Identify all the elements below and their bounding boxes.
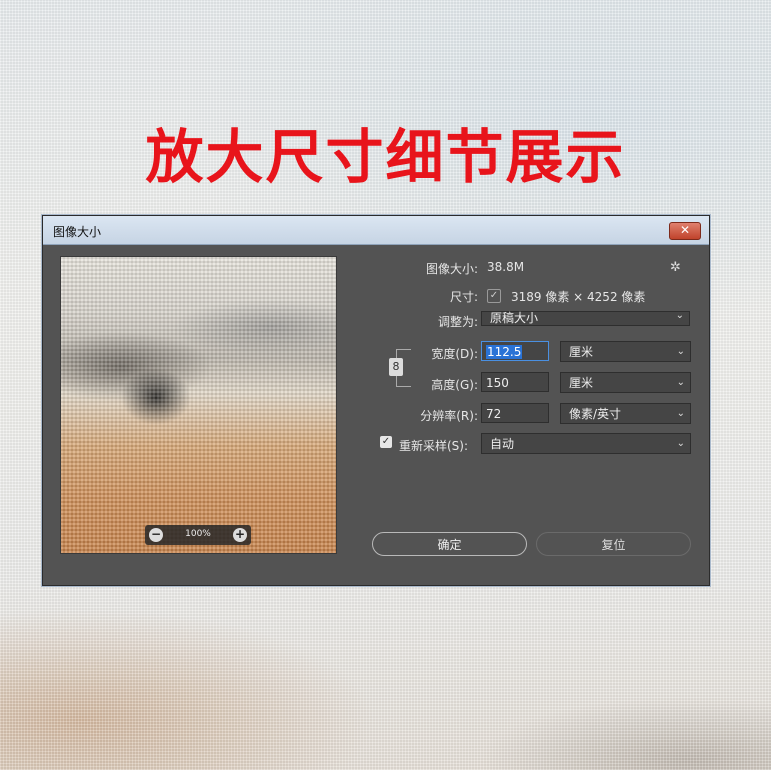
width-value: 112.5	[486, 345, 523, 359]
width-unit-value: 厘米	[569, 345, 594, 359]
resolution-unit-select[interactable]: 像素/英寸 ⌄	[560, 403, 691, 424]
image-size-dialog: 图像大小 ✕ − 100% + 图像大小: 38.8M ✲ 尺寸: ✓ 3189…	[42, 215, 710, 586]
resample-select[interactable]: 自动 ⌄	[481, 433, 691, 454]
width-input[interactable]: 112.5	[481, 341, 549, 361]
fit-to-select[interactable]: 原稿大小 ⌄	[481, 310, 690, 326]
fit-to-value: 原稿大小	[490, 311, 539, 325]
chevron-down-icon: ⌄	[676, 346, 685, 357]
resolution-unit-value: 像素/英寸	[569, 407, 622, 421]
chevron-down-icon: ⌄	[675, 310, 684, 321]
height-unit-value: 厘米	[569, 376, 594, 390]
gear-icon[interactable]: ✲	[670, 260, 681, 275]
dimensions-label: 尺寸:	[449, 290, 478, 304]
zoom-in-icon[interactable]: +	[233, 528, 247, 542]
resample-value: 自动	[490, 437, 515, 451]
width-label: 宽度(D):	[431, 347, 478, 361]
resolution-label: 分辨率(R):	[420, 409, 478, 423]
resample-checkbox[interactable]: ✓	[380, 436, 392, 448]
reset-button[interactable]: 复位	[536, 532, 691, 556]
zoom-control: − 100% +	[145, 525, 251, 545]
ok-button[interactable]: 确定	[372, 532, 527, 556]
image-preview[interactable]: − 100% +	[60, 256, 337, 554]
dimensions-toggle-icon[interactable]: ✓	[487, 289, 501, 303]
height-unit-select[interactable]: 厘米 ⌄	[560, 372, 691, 393]
chevron-down-icon: ⌄	[676, 408, 685, 419]
close-icon[interactable]: ✕	[669, 222, 701, 240]
image-size-label: 图像大小:	[425, 262, 478, 276]
resample-label: 重新采样(S):	[399, 439, 469, 453]
fit-to-label: 调整为:	[437, 315, 478, 329]
dialog-titlebar[interactable]: 图像大小 ✕	[43, 216, 709, 245]
chevron-down-icon: ⌄	[676, 377, 685, 388]
preview-texture	[61, 257, 336, 553]
width-unit-select[interactable]: 厘米 ⌄	[560, 341, 691, 362]
chevron-down-icon: ⌄	[676, 438, 685, 449]
dialog-title: 图像大小	[53, 225, 102, 239]
height-input[interactable]: 150	[481, 372, 549, 392]
height-value: 150	[486, 376, 509, 390]
height-label: 高度(G):	[431, 378, 478, 392]
resolution-input[interactable]: 72	[481, 403, 549, 423]
promo-headline: 放大尺寸细节展示	[145, 123, 626, 191]
image-size-value: 38.8M	[487, 260, 525, 274]
dimensions-value: 3189 像素 × 4252 像素	[511, 290, 646, 304]
resolution-value: 72	[486, 407, 502, 421]
